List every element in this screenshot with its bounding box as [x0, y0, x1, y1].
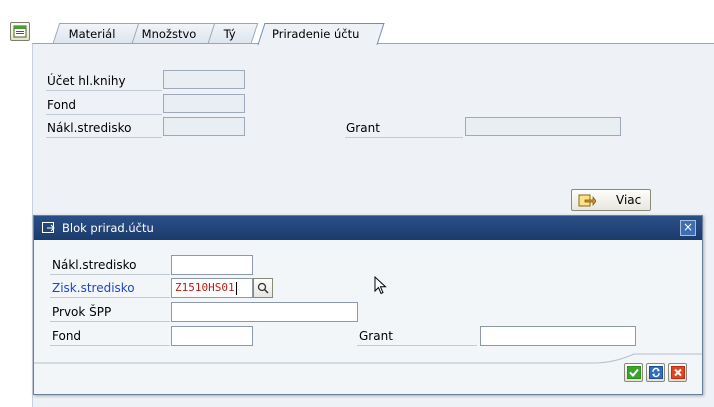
label-underline [357, 345, 477, 346]
window-top-strip [0, 0, 714, 8]
dialog-cost-center-field[interactable] [171, 255, 253, 275]
tab-quantity[interactable]: Množstvo [131, 23, 219, 43]
dialog-wbs-field[interactable] [171, 302, 358, 322]
more-button-label: Viac [616, 193, 642, 207]
profit-center-search-button[interactable] [253, 278, 273, 298]
dialog-footer-divider [34, 353, 702, 364]
mouse-pointer-icon [374, 276, 387, 295]
tab-material[interactable]: Materiál [52, 23, 144, 43]
grant-field[interactable] [465, 117, 621, 136]
cancel-icon [670, 366, 685, 379]
label-underline [46, 90, 162, 91]
cancel-button[interactable] [668, 363, 687, 382]
refresh-icon [648, 366, 663, 379]
dialog-cost-center-label: Nákl.stredisko [52, 258, 137, 272]
label-underline [46, 114, 162, 115]
cost-center-label: Nákl.stredisko [47, 121, 132, 135]
item-detail-tabstrip: Materiál Množstvo Tý Priradenie účtu [36, 23, 396, 45]
tab-label: Priradenie účtu [272, 27, 360, 41]
text-cursor [235, 281, 237, 295]
label-underline [46, 137, 162, 138]
cost-center-field[interactable] [163, 117, 245, 136]
dialog-title: Blok prirad.účtu [62, 221, 154, 235]
tab-label: Tý [223, 27, 236, 41]
dialog-grant-field[interactable] [480, 326, 636, 346]
confirm-button[interactable] [624, 363, 643, 382]
fund-field[interactable] [163, 94, 245, 113]
overview-toggle-button[interactable] [10, 22, 30, 41]
profit-center-value: Z1510HS01 [175, 281, 235, 294]
dialog-wbs-label: Prvok ŠPP [52, 305, 112, 319]
dialog-profit-center-label: Zisk.stredisko [52, 281, 135, 295]
fund-label: Fond [47, 98, 77, 112]
dialog-fund-label: Fond [52, 329, 82, 343]
dialog-titlebar[interactable]: Blok prirad.účtu × [34, 216, 702, 240]
more-icon [578, 194, 596, 206]
label-underline [50, 297, 170, 298]
search-icon [257, 282, 269, 294]
gl-account-field[interactable] [163, 70, 245, 89]
tab-label: Množstvo [141, 27, 197, 41]
tab-partial[interactable]: Tý [207, 23, 259, 43]
label-underline [345, 137, 463, 138]
account-assignment-block-dialog: Blok prirad.účtu × Nákl.stredisko Zisk.s… [33, 215, 703, 395]
dialog-window-icon [42, 222, 55, 233]
dialog-grant-label: Grant [359, 329, 393, 343]
refresh-button[interactable] [646, 363, 665, 382]
tab-account-assignment[interactable]: Priradenie účtu [257, 23, 385, 45]
dialog-close-button[interactable]: × [680, 220, 696, 236]
checkmark-icon [626, 366, 641, 379]
tab-label: Materiál [68, 27, 116, 41]
dialog-profit-center-field[interactable]: Z1510HS01 [171, 278, 253, 298]
dialog-fund-field[interactable] [171, 326, 253, 346]
more-button[interactable]: Viac [571, 189, 651, 211]
overview-toggle-icon [13, 25, 27, 38]
grant-label: Grant [346, 121, 380, 135]
close-icon: × [682, 220, 694, 234]
gl-account-label: Účet hl.knihy [47, 74, 126, 88]
label-underline [50, 274, 170, 275]
label-underline [50, 345, 170, 346]
label-underline [50, 321, 170, 322]
